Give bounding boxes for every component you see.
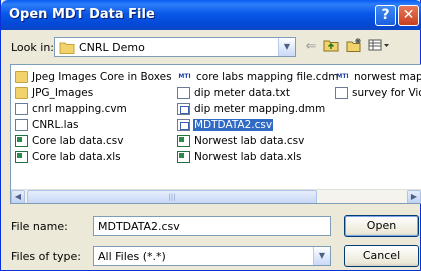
file-name: Core lab data.xls	[32, 151, 121, 163]
folder-icon	[15, 71, 28, 83]
excel-icon	[177, 151, 190, 163]
file-list-item[interactable]: Core lab data.csv	[15, 134, 124, 148]
back-icon[interactable]: ⇐	[301, 38, 321, 56]
help-button[interactable]: ?	[375, 5, 396, 26]
file-list[interactable]: Jpeg Images Core in Boxes JPG_Imagescnrl …	[10, 64, 421, 204]
file-list-item[interactable]: dip meter data.txt	[177, 86, 291, 100]
dialog-title: Open MDT Data File	[9, 7, 155, 22]
look-in-label: Look in:	[11, 41, 54, 54]
mdt-icon	[177, 119, 190, 131]
file-name: core labs mapping file.cdm	[196, 71, 339, 83]
scroll-left-button[interactable]: ◀	[11, 190, 25, 203]
open-file-dialog: Open MDT Data File ? ✕ Look in: CNRL Dem…	[0, 0, 421, 271]
file-name: cnrl mapping.cvm	[32, 103, 127, 115]
file-name: Core lab data.csv	[32, 135, 124, 147]
file-name: JPG_Images	[32, 87, 94, 99]
file-list-item[interactable]: cnrl mapping.cvm	[15, 102, 128, 116]
scroll-thumb[interactable]: |||	[27, 190, 317, 203]
excel-icon	[15, 135, 28, 147]
folder-icon	[15, 87, 28, 99]
file-type-dropdown[interactable]: All Files (*.*) ▼	[93, 246, 331, 266]
file-list-item[interactable]: MTI core labs mapping file.cdm	[177, 70, 339, 84]
file-list-item[interactable]: Norwest lab data.csv	[177, 134, 305, 148]
file-list-item[interactable]: CNRL.las	[15, 118, 80, 132]
scroll-right-button[interactable]: ▶	[407, 190, 421, 203]
look-in-value: CNRL Demo	[79, 41, 145, 54]
horizontal-scrollbar[interactable]: ◀ ||| ▶	[11, 189, 421, 203]
file-name: dip meter data.txt	[194, 87, 290, 99]
open-button[interactable]: Open	[344, 215, 419, 237]
file-list-item[interactable]: survey for Vict	[335, 86, 421, 100]
chevron-down-icon[interactable]: ▼	[313, 247, 330, 265]
view-menu-icon[interactable]	[366, 38, 392, 56]
chevron-down-icon[interactable]: ▼	[278, 38, 295, 56]
file-name: Jpeg Images Core in Boxes	[32, 71, 172, 83]
file-list-item[interactable]: Jpeg Images Core in Boxes	[15, 70, 173, 84]
file-name: survey for Vict	[352, 87, 421, 99]
file-type-label: Files of type:	[11, 250, 82, 263]
text-file-icon	[177, 87, 190, 99]
file-list-item[interactable]: dip meter mapping.dmm	[177, 102, 326, 116]
file-name: dip meter mapping.dmm	[194, 103, 326, 115]
file-name: Norwest lab data.csv	[194, 135, 305, 147]
excel-icon	[15, 151, 28, 163]
file-name-label: File name:	[11, 220, 68, 233]
text-file-icon	[335, 87, 348, 99]
cancel-button[interactable]: Cancel	[344, 245, 419, 267]
up-folder-icon[interactable]	[321, 38, 341, 56]
excel-icon	[177, 135, 190, 147]
mti-icon: MTI	[178, 73, 191, 80]
file-name: Norwest lab data.xls	[194, 151, 302, 163]
file-list-item[interactable]: Core lab data.xls	[15, 150, 122, 164]
file-name: CNRL.las	[32, 119, 79, 131]
file-name: norwest mappi	[354, 71, 421, 83]
dmm-icon	[177, 103, 190, 115]
file-name-input[interactable]: MDTDATA2.csv	[93, 216, 331, 236]
doc-icon	[15, 103, 28, 115]
look-in-dropdown[interactable]: CNRL Demo ▼	[54, 37, 296, 57]
file-list-item[interactable]: JPG_Images	[15, 86, 94, 100]
file-list-item[interactable]: MDTDATA2.csv	[177, 118, 274, 132]
file-type-value: All Files (*.*)	[98, 250, 166, 263]
mti-icon: MTI	[336, 73, 349, 80]
title-bar[interactable]: Open MDT Data File ? ✕	[1, 0, 421, 30]
file-list-item[interactable]: Norwest lab data.xls	[177, 150, 303, 164]
close-button[interactable]: ✕	[398, 5, 419, 26]
new-folder-icon[interactable]	[344, 38, 364, 56]
file-list-item[interactable]: MTI norwest mappi	[335, 70, 421, 84]
folder-icon	[59, 41, 75, 57]
doc-icon	[15, 119, 28, 131]
file-name: MDTDATA2.csv	[193, 119, 274, 131]
